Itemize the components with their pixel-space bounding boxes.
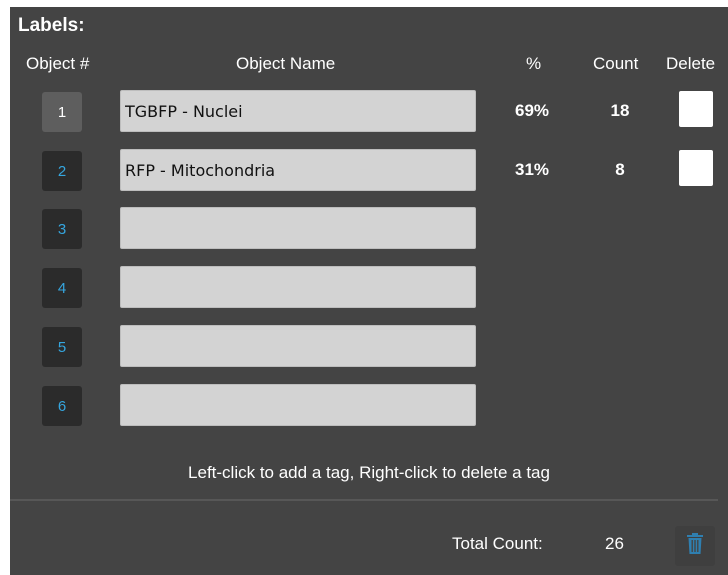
object-number-button[interactable]: 3 [42, 209, 82, 249]
label-row: 4 [10, 266, 728, 310]
total-count-label: Total Count: [452, 534, 543, 553]
object-name-input[interactable] [120, 266, 476, 308]
trash-icon [686, 532, 704, 560]
label-row: 1 69% 18 [10, 90, 728, 134]
delete-checkbox[interactable] [679, 91, 713, 127]
object-number-button[interactable]: 2 [42, 151, 82, 191]
header-count: Count [593, 54, 639, 73]
delete-all-button[interactable] [675, 526, 715, 566]
labels-title: Labels: [18, 15, 85, 36]
object-name-input[interactable] [120, 207, 476, 249]
delete-checkbox[interactable] [679, 150, 713, 186]
total-count-value: 26 [605, 534, 624, 553]
object-number-button[interactable]: 6 [42, 386, 82, 426]
object-count: 18 [610, 101, 630, 120]
header-object-num: Object # [26, 54, 90, 73]
object-number-button[interactable]: 4 [42, 268, 82, 308]
label-row: 3 [10, 207, 728, 251]
header-delete: Delete [666, 54, 716, 73]
label-row: 2 31% 8 [10, 149, 728, 193]
labels-panel: Labels: Object # Object Name % Count Del… [10, 7, 728, 575]
object-percent: 31% [514, 160, 550, 179]
header-object-name: Object Name [236, 54, 336, 73]
object-count: 8 [615, 160, 625, 179]
object-percent: 69% [514, 101, 550, 120]
divider [10, 499, 718, 501]
object-name-input[interactable] [120, 325, 476, 367]
object-number-button[interactable]: 1 [42, 92, 82, 132]
label-row: 6 [10, 384, 728, 428]
object-name-input[interactable] [120, 149, 476, 191]
header-percent: % [526, 54, 542, 73]
object-number-button[interactable]: 5 [42, 327, 82, 367]
object-name-input[interactable] [120, 90, 476, 132]
label-row: 5 [10, 325, 728, 369]
usage-hint: Left-click to add a tag, Right-click to … [188, 463, 550, 482]
object-name-input[interactable] [120, 384, 476, 426]
